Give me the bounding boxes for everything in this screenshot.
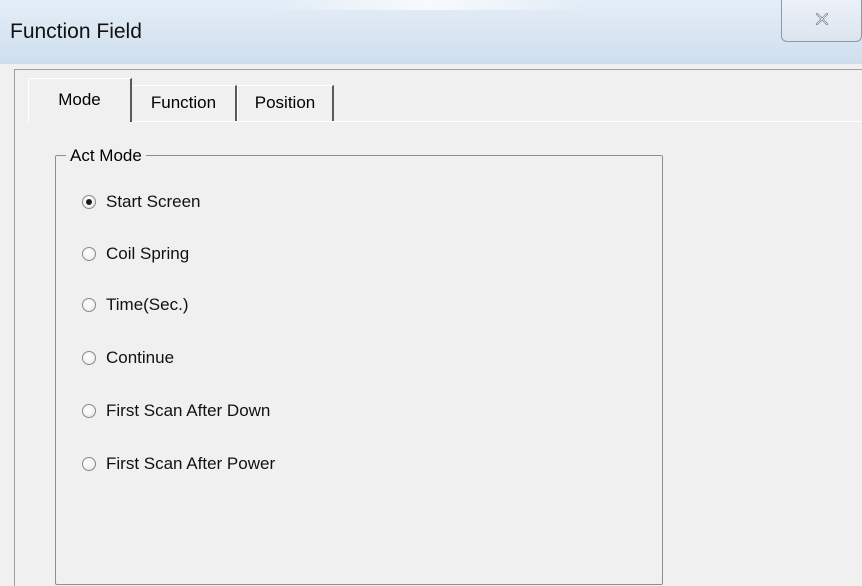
- title-bar: Function Field: [0, 0, 862, 64]
- radio-first-scan-after-down[interactable]: First Scan After Down: [82, 400, 270, 422]
- act-mode-group-label: Act Mode: [66, 146, 146, 166]
- close-button[interactable]: [781, 0, 862, 42]
- radio-label: Continue: [106, 348, 175, 367]
- window-title: Function Field: [10, 20, 142, 43]
- radio-continue[interactable]: Continue: [82, 347, 174, 369]
- tab-mode[interactable]: Mode: [28, 78, 132, 122]
- close-icon: [815, 13, 829, 25]
- radio-button-icon[interactable]: [82, 247, 96, 261]
- radio-coil-spring[interactable]: Coil Spring: [82, 243, 189, 265]
- radio-label: First Scan After Down: [106, 401, 271, 420]
- radio-button-icon[interactable]: [82, 404, 96, 418]
- radio-button-icon[interactable]: [82, 457, 96, 471]
- act-mode-groupbox: [55, 155, 663, 585]
- radio-button-icon[interactable]: [82, 298, 96, 312]
- tab-function[interactable]: Function: [131, 85, 237, 121]
- radio-label: Start Screen: [106, 192, 201, 211]
- radio-button-icon[interactable]: [82, 195, 96, 209]
- radio-label: Coil Spring: [106, 244, 190, 263]
- radio-first-scan-after-power[interactable]: First Scan After Power: [82, 453, 275, 475]
- radio-time-sec[interactable]: Time(Sec.): [82, 294, 189, 316]
- tab-position[interactable]: Position: [237, 85, 334, 121]
- tab-divider: [132, 121, 862, 122]
- radio-label: First Scan After Power: [106, 454, 276, 473]
- title-bar-sheen: [270, 0, 590, 10]
- radio-label: Time(Sec.): [106, 295, 189, 314]
- radio-start-screen[interactable]: Start Screen: [82, 191, 201, 213]
- radio-button-icon[interactable]: [82, 351, 96, 365]
